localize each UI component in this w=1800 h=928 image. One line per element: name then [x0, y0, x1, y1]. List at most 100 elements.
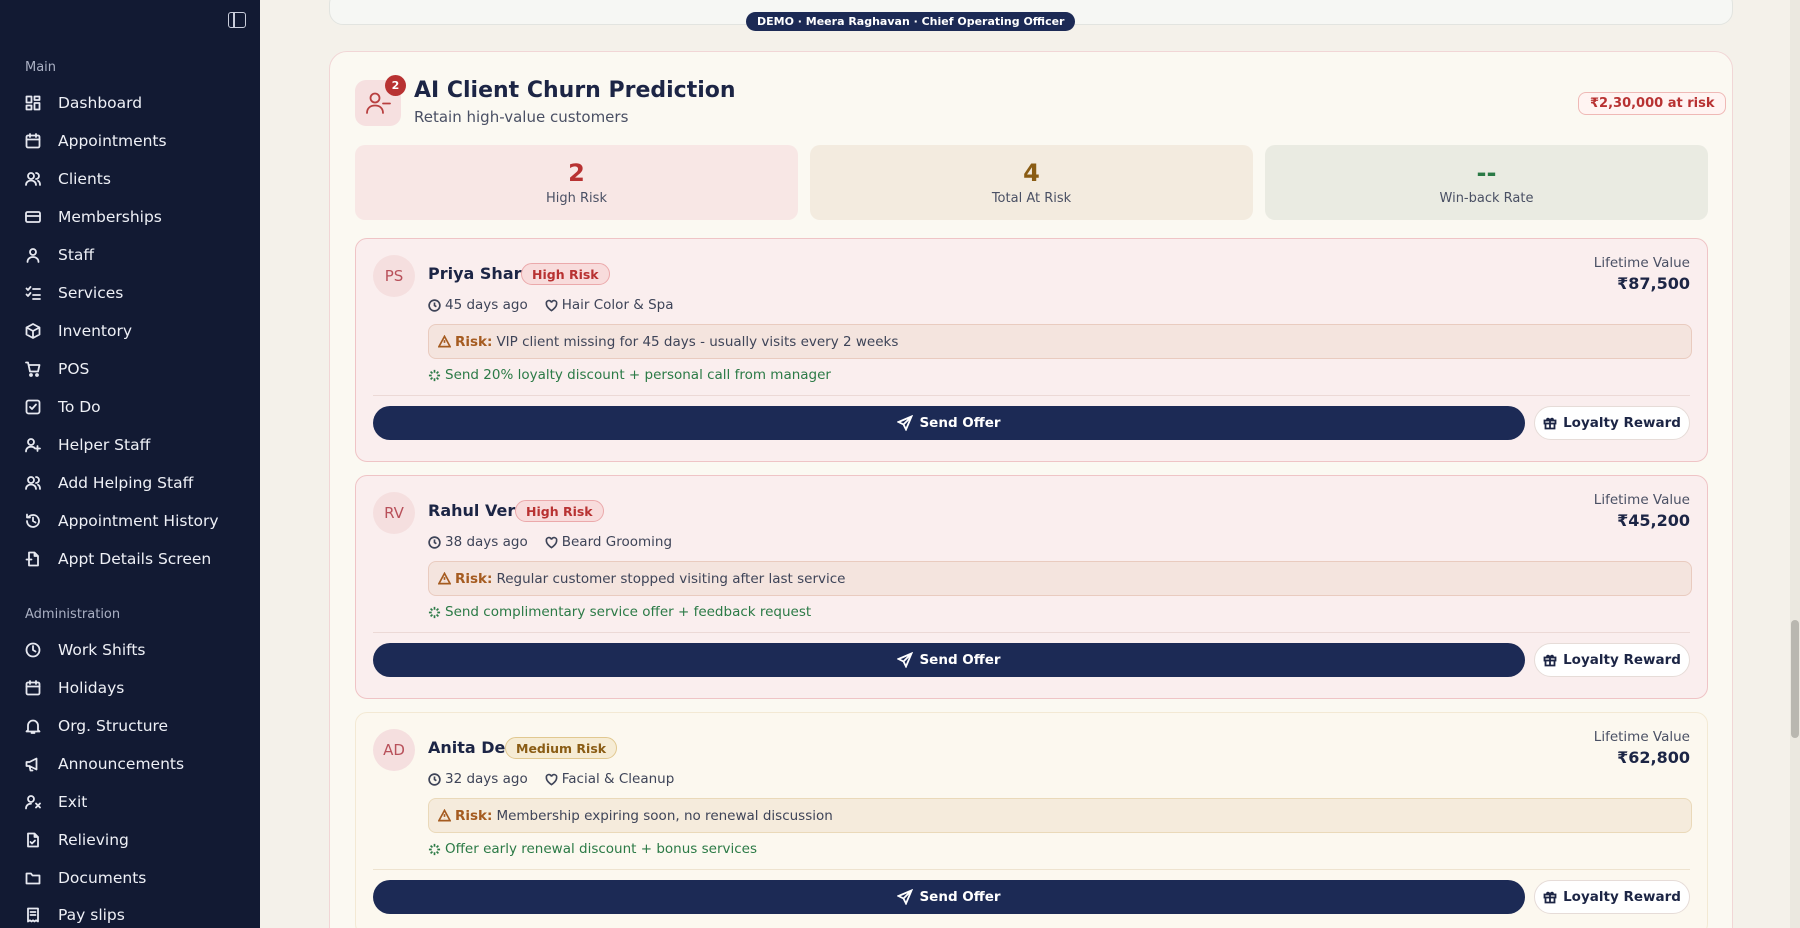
lifetime-value-label: Lifetime Value: [1593, 255, 1690, 271]
sidebar-item-dashboard[interactable]: Dashboard: [25, 88, 142, 118]
risk-text: VIP client missing for 45 days - usually…: [496, 333, 899, 350]
section-label-main: Main: [25, 60, 57, 75]
risk-text: Membership expiring soon, no renewal dis…: [496, 807, 833, 824]
gift-icon: [1543, 654, 1557, 667]
lifetime-value: ₹87,500: [1617, 274, 1690, 293]
risk-reason: Risk: Membership expiring soon, no renew…: [428, 798, 1692, 833]
dashboard-icon: [25, 95, 41, 111]
sidebar-item-memberships[interactable]: Memberships: [25, 202, 162, 232]
sidebar-item-clients[interactable]: Clients: [25, 164, 111, 194]
suggested-action: Offer early renewal discount + bonus ser…: [428, 841, 757, 857]
sidebar-item-helper-staff[interactable]: Helper Staff: [25, 430, 150, 460]
client-card: PS Priya Sharma High Risk 45 days ago Ha…: [355, 238, 1708, 462]
user-plus-icon: [25, 437, 41, 453]
loyalty-reward-label: Loyalty Reward: [1563, 652, 1681, 668]
file-icon: [25, 551, 41, 567]
megaphone-icon: [25, 756, 41, 772]
sidebar-item-label: Announcements: [58, 755, 185, 773]
sidebar-item-staff[interactable]: Staff: [25, 240, 94, 270]
clock-icon: [428, 298, 441, 312]
suggested-action: Send 20% loyalty discount + personal cal…: [428, 367, 831, 383]
sidebar-item-exit[interactable]: Exit: [25, 787, 87, 817]
sidebar-item-services[interactable]: Services: [25, 278, 123, 308]
risk-key: Risk:: [455, 333, 493, 350]
sidebar-item-label: Staff: [58, 246, 95, 264]
stat-total-at-risk: 4 Total At Risk: [810, 145, 1253, 220]
sidebar-item-label: Exit: [58, 793, 88, 811]
scrollbar-thumb[interactable]: [1791, 620, 1799, 738]
loyalty-reward-button[interactable]: Loyalty Reward: [1534, 880, 1690, 914]
avatar: AD: [373, 729, 415, 771]
sidebar-item-label: Inventory: [58, 322, 133, 340]
suggested-action: Send complimentary service offer + feedb…: [428, 604, 811, 620]
send-offer-button[interactable]: Send Offer: [373, 643, 1525, 677]
lifetime-value-label: Lifetime Value: [1593, 492, 1690, 508]
sidebar-item-holidays[interactable]: Holidays: [25, 673, 124, 703]
users-icon: [25, 171, 41, 187]
send-icon: [897, 652, 914, 668]
loyalty-reward-button[interactable]: Loyalty Reward: [1534, 643, 1690, 677]
action-text: Offer early renewal discount + bonus ser…: [445, 841, 758, 857]
calendar-icon: [25, 133, 41, 149]
sidebar-item-label: Relieving: [58, 831, 129, 849]
send-icon: [897, 415, 914, 431]
sidebar-item-appointment-history[interactable]: Appointment History: [25, 506, 219, 536]
risk-key: Risk:: [455, 570, 493, 587]
user-x-icon: [25, 794, 41, 810]
loyalty-reward-button[interactable]: Loyalty Reward: [1534, 406, 1690, 440]
sidebar-toggle-icon[interactable]: [228, 12, 246, 28]
risk-key: Risk:: [455, 807, 493, 824]
sidebar-item-documents[interactable]: Documents: [25, 863, 146, 893]
sparkle-icon: [428, 606, 441, 618]
favorite-service: Facial & Cleanup: [561, 771, 675, 787]
sidebar-item-label: Documents: [58, 869, 147, 887]
sidebar-item-appt-details-screen[interactable]: Appt Details Screen: [25, 544, 211, 574]
send-offer-button[interactable]: Send Offer: [373, 406, 1525, 440]
at-risk-total-badge: ₹2,30,000 at risk: [1578, 92, 1727, 115]
sidebar-item-label: Memberships: [58, 208, 162, 226]
sidebar-item-pay-slips[interactable]: Pay slips: [25, 900, 125, 928]
sidebar-item-label: Holidays: [58, 679, 125, 697]
warning-icon: [438, 335, 451, 348]
sidebar-item-label: Appt Details Screen: [58, 550, 212, 568]
stat-value: 4: [1023, 159, 1040, 187]
favorite-service: Hair Color & Spa: [561, 297, 674, 313]
avatar: PS: [373, 255, 415, 297]
sidebar-item-relieving[interactable]: Relieving: [25, 825, 129, 855]
send-offer-button[interactable]: Send Offer: [373, 880, 1525, 914]
sidebar-item-label: Appointment History: [58, 512, 219, 530]
risk-reason: Risk: Regular customer stopped visiting …: [428, 561, 1692, 596]
sidebar-item-work-shifts[interactable]: Work Shifts: [25, 635, 145, 665]
sidebar-item-inventory[interactable]: Inventory: [25, 316, 132, 346]
stat-value: 2: [568, 159, 585, 187]
sidebar-item-announcements[interactable]: Announcements: [25, 749, 184, 779]
gift-icon: [1543, 891, 1557, 904]
sidebar-item-add-helping-staff[interactable]: Add Helping Staff: [25, 468, 193, 498]
send-offer-label: Send Offer: [919, 415, 1001, 431]
checklist-icon: [25, 285, 41, 301]
stat-win-back-rate: -- Win-back Rate: [1265, 145, 1708, 220]
page-subtitle: Retain high-value customers: [414, 108, 629, 126]
clock-icon: [428, 535, 441, 549]
divider: [373, 632, 1690, 633]
sidebar: Main Dashboard Appointments Clients Memb…: [0, 0, 260, 928]
sidebar-item-pos[interactable]: POS: [25, 354, 89, 384]
history-icon: [25, 513, 41, 529]
sidebar-item-appointments[interactable]: Appointments: [25, 126, 167, 156]
scrollbar[interactable]: [1790, 0, 1800, 928]
sidebar-item-todo[interactable]: To Do: [25, 392, 101, 422]
sidebar-item-org-structure[interactable]: Org. Structure: [25, 711, 168, 741]
action-text: Send complimentary service offer + feedb…: [445, 604, 812, 620]
heart-icon: [545, 299, 558, 312]
sparkle-icon: [428, 369, 441, 381]
stat-label: Win-back Rate: [1439, 191, 1534, 206]
sidebar-item-label: Dashboard: [58, 94, 143, 112]
divider: [373, 869, 1690, 870]
stat-high-risk: 2 High Risk: [355, 145, 798, 220]
receipt-icon: [25, 907, 41, 923]
heart-icon: [545, 773, 558, 786]
risk-level-badge: Medium Risk: [505, 737, 618, 759]
sidebar-item-label: POS: [58, 360, 90, 378]
sidebar-item-label: Work Shifts: [58, 641, 146, 659]
send-offer-label: Send Offer: [919, 652, 1001, 668]
